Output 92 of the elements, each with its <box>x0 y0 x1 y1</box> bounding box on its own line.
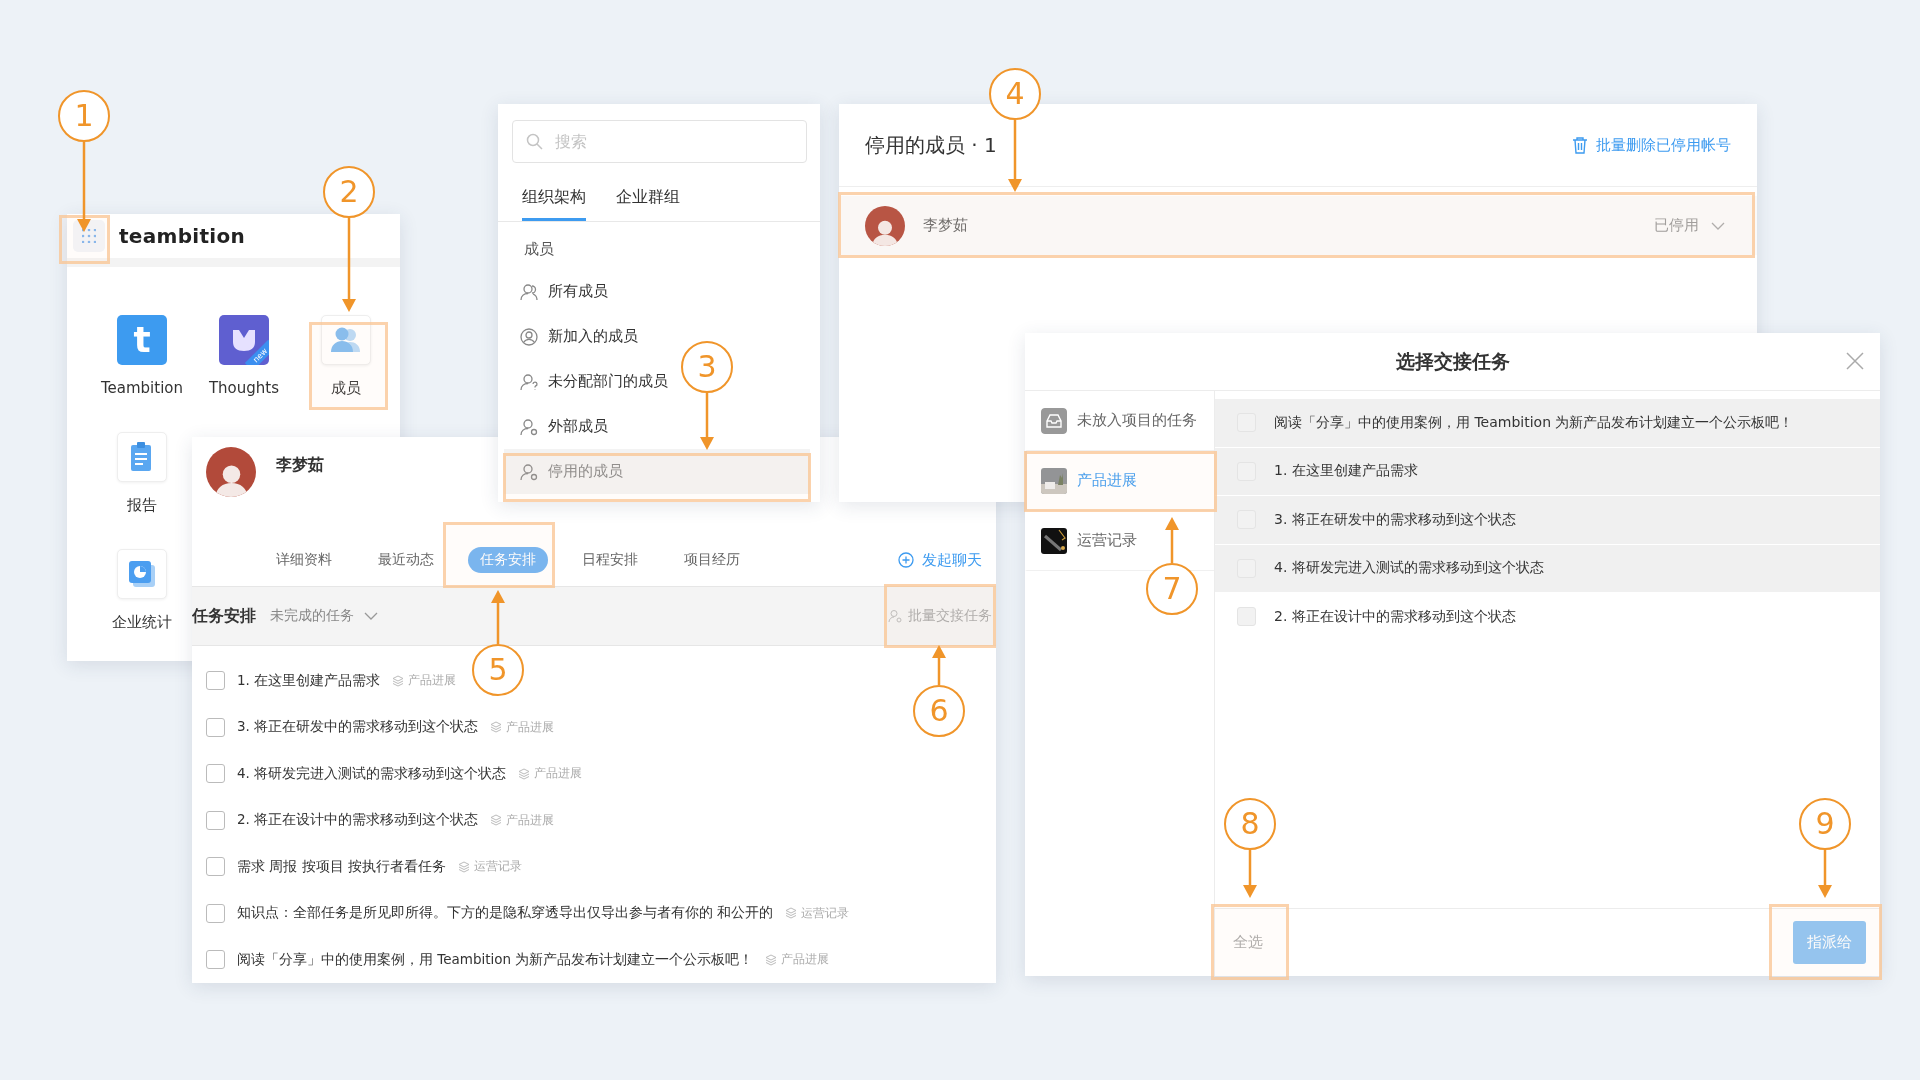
task-checkbox[interactable] <box>206 857 225 877</box>
profile-tab[interactable]: 详细资料 <box>264 547 344 574</box>
user-icon <box>520 372 538 391</box>
member-name: 李梦茹 <box>923 216 969 235</box>
app-label[interactable]: 成员 <box>331 379 361 398</box>
search-icon <box>526 133 543 150</box>
task-title: 4. 将研发完进入测试的需求移动到这个状态 <box>1274 559 1544 578</box>
app-label[interactable]: 企业统计 <box>112 613 172 632</box>
task-title: 2. 将正在设计中的需求移动到这个状态 <box>1274 607 1516 626</box>
callout-arrow <box>700 393 714 450</box>
apps-grid-button[interactable] <box>73 220 105 252</box>
layers-icon <box>518 767 531 780</box>
app-label[interactable]: Thoughts <box>208 379 280 397</box>
profile-tab[interactable]: 项目经历 <box>672 547 752 574</box>
task-row[interactable]: 阅读「分享」中的使用案例，用 Teambition 为新产品发布计划建立一个公示板吧！ <box>1215 399 1880 447</box>
app-label[interactable]: Teambition <box>100 379 184 397</box>
nav-item[interactable]: 未分配部门的成员 <box>504 359 676 404</box>
layers-icon <box>765 953 778 966</box>
pie-chart-icon[interactable] <box>117 549 167 599</box>
inbox-icon <box>1041 407 1067 434</box>
users-icon <box>520 282 538 301</box>
trash-icon <box>1572 136 1588 154</box>
project-item[interactable]: 未放入项目的任务 <box>1025 391 1214 451</box>
dialog-title: 选择交接任务 <box>1395 348 1510 374</box>
task-checkbox[interactable] <box>206 717 225 737</box>
nav-item[interactable]: 新加入的成员 <box>504 314 646 359</box>
task-checkbox[interactable] <box>206 903 225 923</box>
layers-icon <box>490 721 503 734</box>
task-title: 阅读「分享」中的使用案例，用 Teambition 为新产品发布计划建立一个公示板吧！ <box>237 950 754 969</box>
highlight-overlay <box>59 215 110 264</box>
member-name: 李梦茹 <box>276 455 324 476</box>
panel-title: 停用的成员 · 1 <box>865 131 997 159</box>
task-title: 3. 将正在研发中的需求移动到这个状态 <box>1274 510 1516 529</box>
section-title: 任务安排 <box>192 605 256 627</box>
avatar <box>865 205 905 246</box>
members-icon[interactable] <box>321 315 371 365</box>
user-circle-icon <box>520 327 538 346</box>
callout-arrow <box>1818 850 1832 898</box>
callout-arrow <box>1008 120 1022 192</box>
project-tag: 运营记录 <box>473 859 522 875</box>
callout-arrow <box>932 645 946 685</box>
project-tag: 产品进展 <box>506 719 555 735</box>
brand-name: teambition <box>119 224 246 248</box>
callout-arrow <box>1243 850 1257 898</box>
user-icon <box>520 462 538 481</box>
layers-icon <box>392 674 405 687</box>
task-title: 4. 将研发完进入测试的需求移动到这个状态 <box>237 764 507 783</box>
chevron-down-icon <box>364 612 378 621</box>
chevron-down-icon <box>1711 221 1725 230</box>
task-checkbox[interactable] <box>206 810 225 830</box>
step-number: 4 <box>989 68 1041 120</box>
callout-arrow <box>491 590 505 644</box>
step-number: 2 <box>323 166 375 218</box>
task-checkbox[interactable] <box>206 764 225 784</box>
layers-icon <box>490 814 503 827</box>
search-field[interactable]: 搜索 <box>512 120 807 163</box>
project-tag: 运营记录 <box>801 905 850 921</box>
profile-tab[interactable]: 最近动态 <box>366 547 446 574</box>
callout-arrow <box>1165 517 1179 563</box>
user-icon <box>520 417 538 436</box>
task-title: 知识点：全部任务是所见即所得。下方的是隐私穿透导出仅导出参与者有你的 和公开的 <box>237 904 774 923</box>
close-button[interactable] <box>1844 350 1866 372</box>
clipboard-icon[interactable] <box>117 432 167 482</box>
layers-icon <box>785 907 798 920</box>
user-icon <box>888 609 902 624</box>
layers-icon <box>457 860 470 873</box>
task-row[interactable]: 4. 将研发完进入测试的需求移动到这个状态 <box>1215 544 1880 592</box>
task-title: 阅读「分享」中的使用案例，用 Teambition 为新产品发布计划建立一个公示板吧！ <box>1274 413 1794 432</box>
task-title: 1. 在这里创建产品需求 <box>237 671 381 690</box>
task-checkbox[interactable] <box>206 671 225 691</box>
nav-item[interactable]: 外部成员 <box>504 404 616 449</box>
task-title: 3. 将正在研发中的需求移动到这个状态 <box>237 718 479 737</box>
project-tag: 产品进展 <box>408 673 457 689</box>
task-checkbox[interactable] <box>206 950 225 970</box>
task-row[interactable]: 3. 将正在研发中的需求移动到这个状态 <box>1215 496 1880 544</box>
section-label: 成员 <box>523 239 555 260</box>
task-filter-dropdown[interactable]: 未完成的任务 <box>270 607 378 626</box>
avatar <box>206 447 256 497</box>
app-label[interactable]: 报告 <box>127 496 157 515</box>
task-title: 需求 周报 按项目 按执行者看任务 <box>237 857 446 876</box>
nav-tab[interactable]: 组织架构 <box>522 181 586 221</box>
profile-tab[interactable]: 日程安排 <box>570 547 650 574</box>
nav-tab[interactable]: 企业群组 <box>616 181 680 221</box>
project-tag: 产品进展 <box>781 952 830 968</box>
project-tag: 产品进展 <box>534 766 583 782</box>
task-row[interactable]: 1. 在这里创建产品需求 <box>1215 447 1880 495</box>
step-number: 1 <box>58 90 110 142</box>
plus-circle-icon <box>898 552 914 569</box>
task-title: 2. 将正在设计中的需求移动到这个状态 <box>237 811 479 830</box>
project-tag: 产品进展 <box>506 812 555 828</box>
task-title: 1. 在这里创建产品需求 <box>1274 462 1418 481</box>
nav-item[interactable]: 所有成员 <box>504 269 616 314</box>
